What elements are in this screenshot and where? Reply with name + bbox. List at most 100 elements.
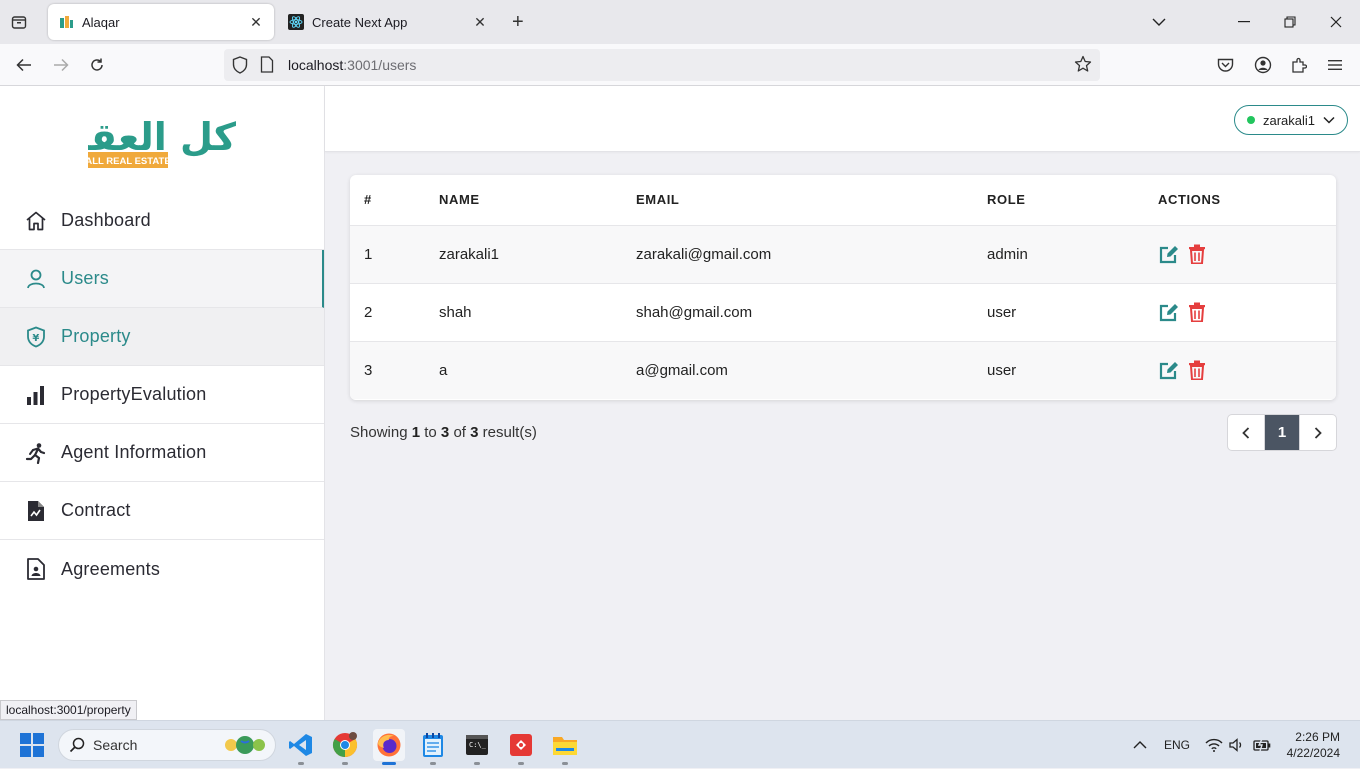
sidebar-item-label: Property xyxy=(61,326,131,346)
running-indicator xyxy=(298,762,304,765)
sidebar-item-property[interactable]: ¥ Property xyxy=(0,308,324,366)
summary-to-word: to xyxy=(424,424,437,441)
forward-icon[interactable] xyxy=(50,54,72,76)
home-icon xyxy=(24,209,48,233)
running-person-icon xyxy=(24,441,48,465)
browser-nav-bar: localhost:3001/users xyxy=(0,44,1360,86)
cell-number: 3 xyxy=(364,361,373,379)
shield-yen-icon: ¥ xyxy=(24,325,48,349)
cell-role: admin xyxy=(987,225,1158,284)
sidebar-item-agreements[interactable]: Agreements xyxy=(0,540,324,598)
delete-icon[interactable] xyxy=(1186,301,1208,323)
cell-actions xyxy=(1158,225,1336,284)
list-all-tabs-icon[interactable] xyxy=(1149,12,1169,32)
page-button-current[interactable]: 1 xyxy=(1264,415,1300,450)
extensions-icon[interactable] xyxy=(1288,54,1310,76)
bookmark-star-icon[interactable] xyxy=(1074,55,1092,78)
vscode-taskbar-icon[interactable] xyxy=(285,729,317,765)
new-tab-icon[interactable]: + xyxy=(512,12,524,32)
cell-email: shah@gmail.com xyxy=(636,283,987,342)
edit-icon[interactable] xyxy=(1158,243,1180,265)
url-text[interactable]: localhost:3001/users xyxy=(288,57,416,73)
table-header-row: # NAME EMAIL ROLE ACTIONS xyxy=(350,175,1336,226)
volume-icon[interactable] xyxy=(1229,721,1245,769)
column-header-actions: ACTIONS xyxy=(1158,175,1336,226)
battery-icon[interactable] xyxy=(1253,721,1271,769)
cell-name: shah xyxy=(439,283,636,342)
close-tab-icon[interactable]: ✕ xyxy=(472,14,488,30)
running-indicator xyxy=(430,762,436,765)
sidebar-item-propertyevalution[interactable]: PropertyEvalution xyxy=(0,366,324,424)
tab-title: Create Next App xyxy=(312,14,408,30)
browser-tab-bar: Alaqar ✕ Create Next App ✕ + xyxy=(0,0,1360,44)
file-person-icon xyxy=(24,557,48,581)
cell-actions xyxy=(1158,283,1336,342)
cell-email: a@gmail.com xyxy=(636,361,728,379)
sidebar-item-users[interactable]: Users xyxy=(0,250,324,308)
taskbar-clock[interactable]: 2:26 PM 4/22/2024 xyxy=(1287,729,1340,761)
sidebar-item-label: Contract xyxy=(61,500,131,520)
show-hidden-icons-icon[interactable] xyxy=(1133,721,1147,769)
online-status-dot xyxy=(1246,116,1255,124)
back-icon[interactable] xyxy=(13,54,35,76)
menu-icon[interactable] xyxy=(1324,54,1346,76)
user-menu-button[interactable]: zarakali1 xyxy=(1233,105,1348,135)
cell-email: zarakali@gmail.com xyxy=(636,225,987,284)
logo-tagline: ALL REAL ESTATE xyxy=(88,156,171,167)
cell-name: a xyxy=(439,361,448,379)
page-info-icon[interactable] xyxy=(260,56,274,78)
notepad-taskbar-icon[interactable] xyxy=(417,729,449,765)
cell-number: 2 xyxy=(350,283,439,342)
file-explorer-taskbar-icon[interactable] xyxy=(549,729,581,765)
cell-role: user xyxy=(987,283,1158,342)
account-icon[interactable] xyxy=(1252,54,1274,76)
restore-icon[interactable] xyxy=(1280,12,1300,32)
react-icon xyxy=(288,14,304,30)
url-path: :3001/users xyxy=(343,57,417,73)
edit-icon[interactable] xyxy=(1158,301,1180,323)
sidebar-item-agent-information[interactable]: Agent Information xyxy=(0,424,324,482)
bar-chart-icon xyxy=(24,383,48,407)
alaqar-favicon-icon xyxy=(58,14,74,30)
pagination: 1 xyxy=(1227,414,1337,451)
sidebar-item-dashboard[interactable]: Dashboard xyxy=(0,192,324,250)
minimize-icon[interactable] xyxy=(1234,12,1254,32)
close-tab-icon[interactable]: ✕ xyxy=(248,14,264,30)
running-indicator xyxy=(518,762,524,765)
windows-start-icon[interactable] xyxy=(20,733,44,757)
sidebar-menu: Dashboard Users ¥ Property PropertyEvalu… xyxy=(0,192,324,598)
top-header: zarakali1 xyxy=(325,86,1360,152)
results-summary: Showing 1 to 3 of 3 result(s) xyxy=(350,424,537,441)
close-window-icon[interactable] xyxy=(1326,12,1346,32)
tab-list-icon[interactable] xyxy=(8,12,30,32)
wifi-icon[interactable] xyxy=(1205,721,1223,769)
sidebar-item-contract[interactable]: Contract xyxy=(0,482,324,540)
clock-date: 4/22/2024 xyxy=(1286,746,1340,760)
taskbar-search[interactable]: Search xyxy=(58,729,276,761)
running-indicator xyxy=(342,762,348,765)
svg-text:¥: ¥ xyxy=(32,333,39,344)
reload-icon[interactable] xyxy=(86,54,108,76)
chrome-taskbar-icon[interactable] xyxy=(329,729,361,765)
pocket-icon[interactable] xyxy=(1214,54,1236,76)
delete-icon[interactable] xyxy=(1186,243,1208,265)
alaqar-logo[interactable]: كل العقار ALL REAL ESTATE xyxy=(53,114,238,170)
next-page-button[interactable] xyxy=(1300,415,1336,450)
link-status-preview: localhost:3001/property xyxy=(0,700,137,720)
delete-icon[interactable] xyxy=(1186,359,1208,381)
edit-icon[interactable] xyxy=(1158,359,1180,381)
clock-time: 2:26 PM xyxy=(1295,730,1340,744)
tab-alaqar[interactable]: Alaqar ✕ xyxy=(48,4,274,40)
previous-page-button[interactable] xyxy=(1228,415,1264,450)
search-icon xyxy=(69,737,85,753)
tab-create-next-app[interactable]: Create Next App ✕ xyxy=(278,4,498,40)
tracking-protection-icon[interactable] xyxy=(232,56,248,79)
running-indicator xyxy=(382,762,396,765)
git-client-taskbar-icon[interactable] xyxy=(505,729,537,765)
url-bar[interactable]: localhost:3001/users xyxy=(224,49,1100,81)
sidebar-item-label: Agreements xyxy=(61,558,161,579)
terminal-taskbar-icon[interactable]: C:\_ xyxy=(461,729,493,765)
language-indicator[interactable]: ENG xyxy=(1164,721,1190,769)
firefox-taskbar-icon[interactable] xyxy=(373,729,405,765)
running-indicator xyxy=(474,762,480,765)
